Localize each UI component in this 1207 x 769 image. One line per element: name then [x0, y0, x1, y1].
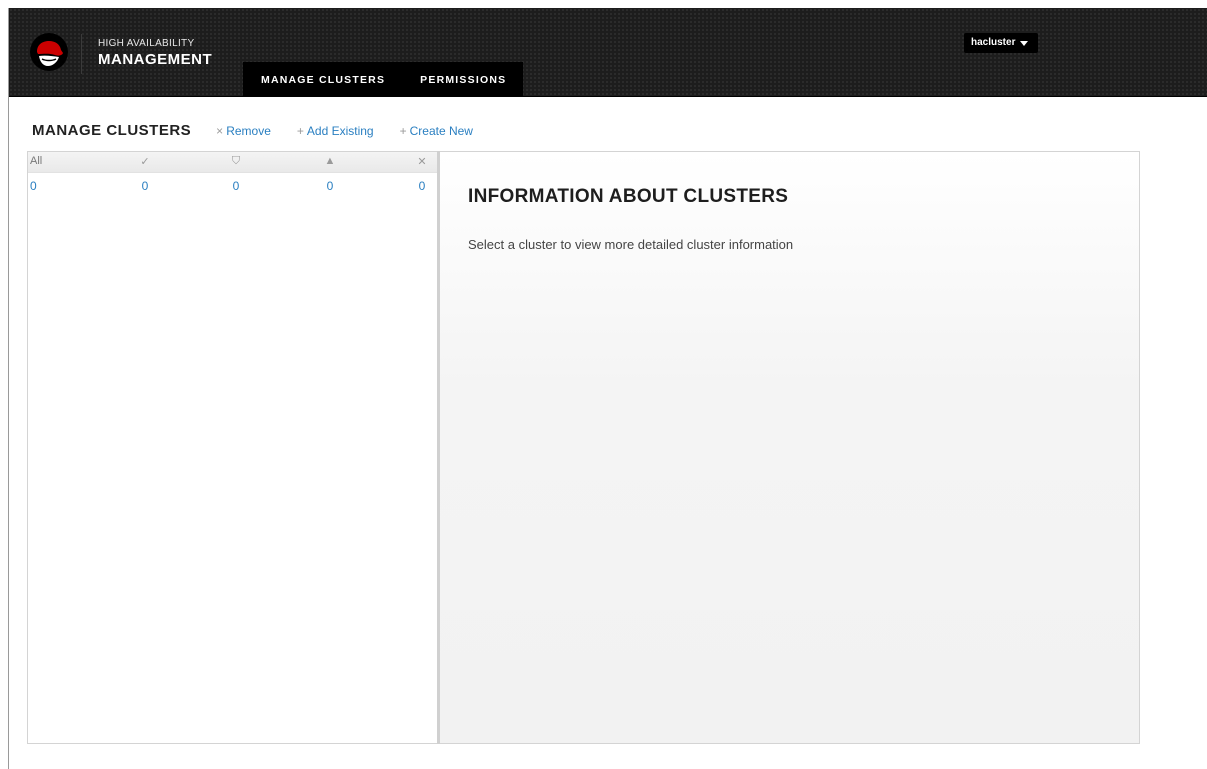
add-existing-label: Add Existing: [306, 124, 374, 138]
page-title: MANAGE CLUSTERS: [32, 122, 192, 139]
tab-manage-clusters[interactable]: MANAGE CLUSTERS: [243, 62, 402, 96]
brand-line1: HIGH AVAILABILITY: [98, 38, 195, 49]
main-tabs: MANAGE CLUSTERS PERMISSIONS: [243, 62, 524, 96]
cluster-info-panel: INFORMATION ABOUT CLUSTERS Select a clus…: [440, 151, 1140, 744]
plus-icon: +: [296, 124, 304, 138]
logo-divider: [81, 34, 82, 74]
app-frame: HIGH AVAILABILITY MANAGEMENT MANAGE CLUS…: [8, 8, 1207, 769]
filter-all-label[interactable]: All: [30, 155, 54, 167]
x-icon[interactable]: ✕: [410, 155, 434, 168]
create-new-button[interactable]: + Create New: [400, 124, 473, 138]
brand-title: HIGH AVAILABILITY MANAGEMENT: [98, 38, 212, 68]
remove-label: Remove: [226, 124, 271, 138]
info-title: INFORMATION ABOUT CLUSTERS: [468, 186, 789, 207]
status-filter-header: All ✓ ⛉ ▲ ✕: [28, 152, 437, 173]
remove-button[interactable]: × Remove: [216, 124, 271, 138]
tab-permissions[interactable]: PERMISSIONS: [402, 62, 523, 96]
info-text: Select a cluster to view more detailed c…: [468, 237, 794, 252]
check-icon[interactable]: ✓: [133, 155, 157, 168]
cluster-toolbar: MANAGE CLUSTERS × Remove + Add Existing + C…: [32, 122, 499, 139]
red-hat-logo-icon: [30, 33, 68, 71]
warning-icon[interactable]: ▲: [318, 155, 342, 167]
brand-line2: MANAGEMENT: [98, 51, 213, 68]
count-ok[interactable]: 0: [133, 179, 157, 193]
count-shield[interactable]: 0: [224, 179, 248, 193]
caret-down-icon: [1020, 41, 1029, 46]
plus-icon: +: [399, 124, 407, 138]
shield-icon[interactable]: ⛉: [224, 155, 248, 168]
user-menu-button[interactable]: hacluster: [964, 33, 1039, 53]
count-all[interactable]: 0: [30, 179, 54, 193]
top-header: HIGH AVAILABILITY MANAGEMENT MANAGE CLUS…: [9, 8, 1207, 97]
close-icon: ×: [216, 124, 224, 138]
count-warning[interactable]: 0: [318, 179, 342, 193]
count-error[interactable]: 0: [410, 179, 434, 193]
user-name: hacluster: [971, 37, 1016, 48]
add-existing-button[interactable]: + Add Existing: [297, 124, 374, 138]
cluster-list-panel: All ✓ ⛉ ▲ ✕ 0 0 0 0 0: [27, 151, 438, 744]
create-new-label: Create New: [409, 124, 473, 138]
